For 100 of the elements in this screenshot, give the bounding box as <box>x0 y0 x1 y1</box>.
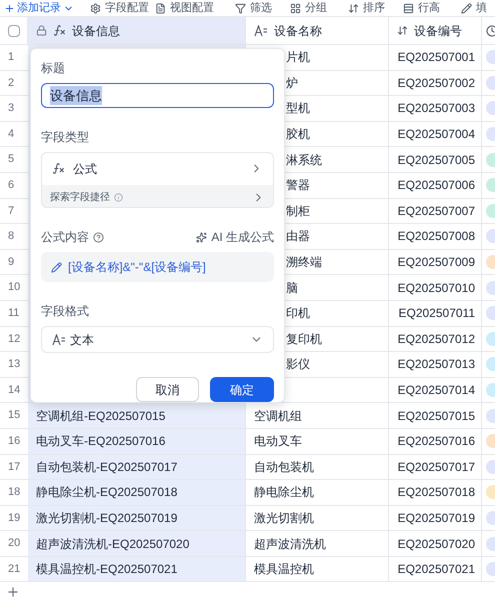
column-title: 设备名称 <box>274 22 322 40</box>
plus-icon <box>4 2 15 14</box>
table-cell: EQ202507019 <box>389 506 482 532</box>
row-number: 17 <box>8 460 20 475</box>
row-number: 16 <box>8 434 20 449</box>
table-cell: EQ202507003 <box>389 96 482 122</box>
pencil-icon <box>461 2 472 14</box>
row-number: 21 <box>8 562 20 577</box>
table-cell: EQ202507007 <box>389 198 482 224</box>
rows-icon <box>403 2 414 14</box>
table-cell: EQ202507021 <box>389 556 482 582</box>
table-cell: EQ202507002 <box>389 70 482 96</box>
table-cell: 电动叉车-EQ202507016 <box>28 428 246 454</box>
table-cell: EQ202507001 <box>389 45 482 71</box>
filter-icon <box>235 2 246 14</box>
toolbar-button[interactable]: 字段配置 <box>90 0 155 16</box>
row-number: 13 <box>8 357 20 372</box>
add-record-button[interactable]: 添加记录 <box>4 0 90 16</box>
field-label: 公式内容 <box>41 229 89 246</box>
confirm-button[interactable]: 确定 <box>210 377 274 402</box>
table-cell: 模具温控机 <box>246 556 389 582</box>
row-number: 10 <box>8 280 20 296</box>
select-all-checkbox[interactable] <box>8 24 20 36</box>
table-cell: EQ202507018 <box>389 480 482 506</box>
table-cell: 激光切割机 <box>246 506 389 532</box>
formula-icon <box>53 24 66 37</box>
formula-icon <box>52 162 65 176</box>
toolbar-button[interactable]: 分组 <box>290 0 348 16</box>
gear-icon <box>90 2 101 14</box>
row-number: 15 <box>8 408 20 424</box>
table-cell: EQ202507006 <box>389 172 482 199</box>
field-label: 标题 <box>41 60 66 77</box>
lock-icon <box>36 25 47 36</box>
row-number: 14 <box>8 382 20 398</box>
row-number: 6 <box>8 178 14 194</box>
cancel-button[interactable]: 取消 <box>136 377 199 402</box>
table-cell: 超声波清洗机 <box>246 531 389 557</box>
table-cell: 超声波清洗机-EQ202507020 <box>28 531 246 557</box>
document-icon <box>155 2 166 14</box>
explore-shortcuts-row[interactable]: 探索字段捷径 <box>42 184 273 208</box>
row-number: 8 <box>8 229 14 244</box>
row-number: 20 <box>8 536 20 552</box>
toolbar-button[interactable]: 视图配置 <box>155 0 235 16</box>
toolbar-button[interactable]: 填 <box>461 0 491 16</box>
table-cell: EQ202507004 <box>389 122 482 148</box>
add-row-icon[interactable] <box>6 585 20 600</box>
row-number: 4 <box>8 126 14 142</box>
text-field-icon <box>254 24 268 36</box>
field-label: 字段格式 <box>41 303 90 320</box>
toolbar-button[interactable]: 筛选 <box>235 0 290 16</box>
sparkle-icon <box>196 232 208 243</box>
table-cell: EQ202507016 <box>389 428 482 454</box>
number-field-icon <box>397 25 408 36</box>
row-number: 12 <box>8 332 20 347</box>
info-icon <box>114 192 123 202</box>
row-number: 1 <box>8 50 14 66</box>
row-number: 9 <box>8 254 14 270</box>
help-icon <box>93 232 104 243</box>
table-cell: EQ202507015 <box>389 403 482 429</box>
column-header[interactable]: 设备编号 <box>389 17 482 45</box>
column-header[interactable]: 设备名称 <box>246 17 389 45</box>
toolbar-button[interactable]: 排序 <box>348 0 403 16</box>
table-cell: EQ202507020 <box>389 531 482 557</box>
table-cell: 自动包装机 <box>246 454 389 480</box>
table-cell: EQ202507014 <box>389 378 482 404</box>
table-cell: EQ202507009 <box>389 250 482 276</box>
table-cell: EQ202507005 <box>389 147 482 173</box>
table-cell: EQ202507008 <box>389 224 482 250</box>
row-number: 2 <box>8 76 14 91</box>
table-cell: EQ202507017 <box>389 454 482 480</box>
column-header[interactable]: 设备信息 <box>28 17 246 45</box>
table-cell: 电动叉车 <box>246 428 389 454</box>
row-number: 18 <box>8 485 20 500</box>
title-input[interactable]: 设备信息 <box>41 83 274 108</box>
table-cell: 空调机组-EQ202507015 <box>28 403 246 429</box>
table-cell: 模具温控机-EQ202507021 <box>28 556 246 582</box>
format-select[interactable]: 文本 <box>41 326 274 353</box>
table-cell: 静电除尘机 <box>246 480 389 506</box>
toolbar-button[interactable]: 行高 <box>403 0 461 16</box>
row-number: 7 <box>8 204 14 219</box>
table-cell: 自动包装机-EQ202507017 <box>28 454 246 480</box>
table-cell: EQ202507011 <box>389 300 482 327</box>
clock-icon <box>486 24 495 36</box>
column-title: 设备编号 <box>414 22 462 40</box>
table-cell: EQ202507013 <box>389 352 482 378</box>
table-cell: EQ202507012 <box>389 326 482 352</box>
row-number: 5 <box>8 152 14 168</box>
pencil-icon <box>51 262 62 273</box>
formula-editor[interactable]: [设备名称]&"-"&[设备编号] <box>41 252 274 282</box>
field-label: 字段类型 <box>41 128 90 146</box>
text-field-icon <box>52 334 66 346</box>
grid-icon <box>290 2 301 14</box>
table-cell: 静电除尘机-EQ202507018 <box>28 480 246 506</box>
row-number: 3 <box>8 101 14 116</box>
row-number: 11 <box>8 306 20 321</box>
column-title: 设备信息 <box>72 22 120 40</box>
table-cell: EQ202507010 <box>389 275 482 301</box>
row-number: 19 <box>8 510 20 526</box>
table-cell: 激光切割机-EQ202507019 <box>28 506 246 532</box>
sort-icon <box>348 2 359 14</box>
